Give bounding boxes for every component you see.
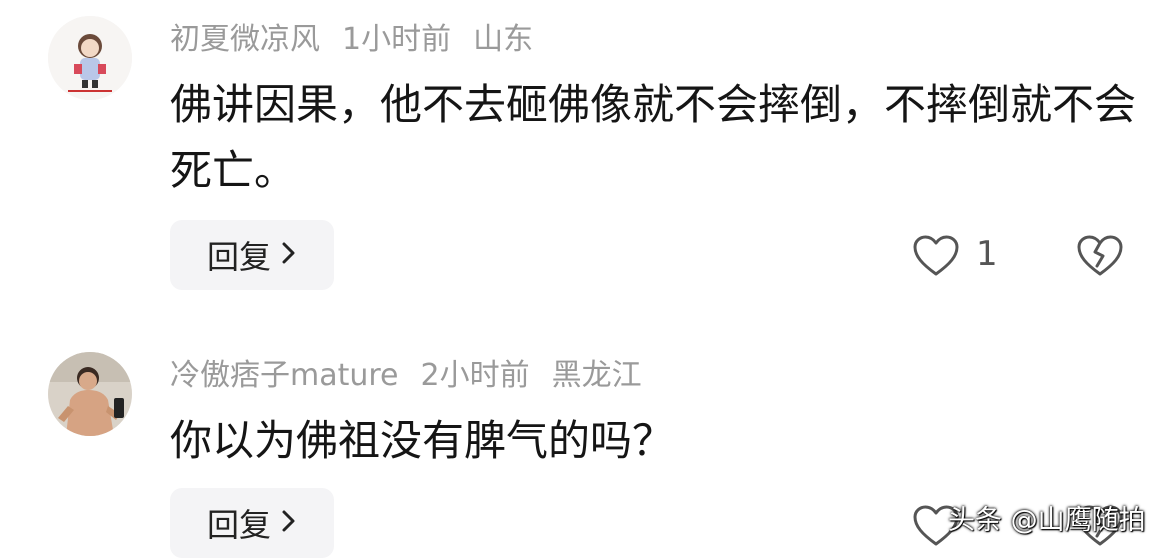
location: 黑龙江 [551,358,642,393]
avatar-image [48,352,132,436]
chevron-right-icon [281,238,297,273]
username[interactable]: 冷傲痞子mature [170,358,399,393]
reply-button[interactable]: 回复 [170,220,334,290]
avatar[interactable] [48,16,132,100]
location: 山东 [473,22,534,57]
chevron-right-icon [281,506,297,541]
comment-text: 你以为佛祖没有脾气的吗？ [170,416,675,465]
timestamp: 2小时前 [420,358,530,393]
comment-meta: 冷傲痞子mature 2小时前 黑龙江 [170,356,664,396]
reply-label: 回复 [206,506,271,544]
reply-label: 回复 [206,238,271,276]
reply-button[interactable]: 回复 [170,488,334,558]
avatar[interactable] [48,352,132,436]
like-count: 1 [976,234,998,274]
comment-text: 佛讲因果，他不去砸佛像就不会摔倒，不摔倒就不会死亡。 [170,80,1137,195]
timestamp: 1小时前 [342,22,452,57]
username[interactable]: 初夏微凉风 [170,22,320,57]
comment-item: 初夏微凉风 1小时前 山东 佛讲因果，他不去砸佛像就不会摔倒，不摔倒就不会死亡。 回… [0,0,1176,300]
heart-icon[interactable] [912,234,960,278]
watermark: 头条 @山鹰随拍 [948,505,1146,536]
avatar-image [48,16,132,100]
comment-meta: 初夏微凉风 1小时前 山东 [170,20,555,60]
broken-heart-icon[interactable] [1076,234,1124,278]
